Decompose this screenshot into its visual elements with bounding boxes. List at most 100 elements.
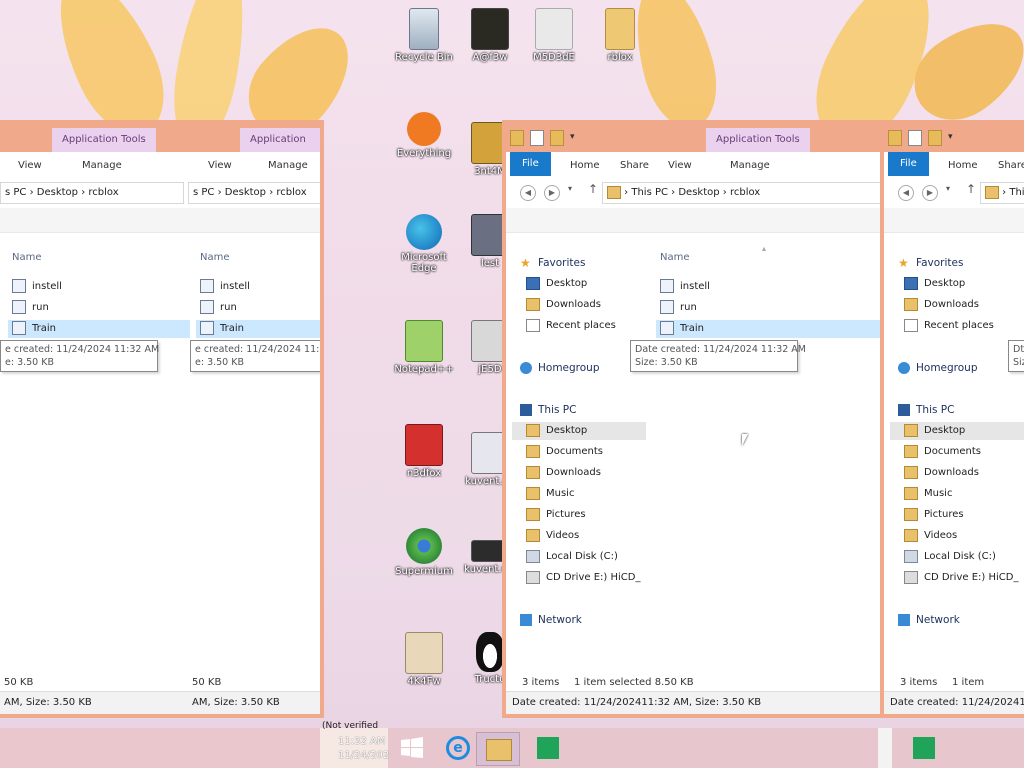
nav-homegroup[interactable]: Homegroup (520, 359, 600, 377)
nav-item-music[interactable]: Music (526, 485, 574, 503)
file-row[interactable]: run (8, 299, 49, 317)
explorer-window-right[interactable]: ▾ File Home Share ◀ ▶ ▾ ↑ › This ★Favori… (880, 120, 1024, 718)
clock-date[interactable]: 11/24/202 (338, 750, 389, 762)
nav-item-desktop[interactable]: Desktop (512, 422, 646, 440)
chevron-down-icon[interactable]: ▾ (948, 130, 956, 144)
nav-item-desktop[interactable]: Desktop (904, 275, 965, 293)
file-row[interactable]: instell (656, 278, 710, 296)
taskbar-store-button[interactable] (904, 732, 944, 764)
tab-home[interactable]: Home (948, 156, 978, 176)
desktop-icon-rblox-folder[interactable]: rblox (588, 8, 652, 63)
breadcrumb[interactable]: › This PC › Desktop › rcblox (602, 182, 882, 204)
nav-item-music[interactable]: Music (904, 485, 952, 503)
nav-item-downloads[interactable]: Downloads (526, 464, 601, 482)
back-icon[interactable]: ◀ (520, 185, 536, 201)
nav-item-desktop[interactable]: Desktop (890, 422, 1024, 440)
tab-manage[interactable]: Manage (268, 156, 308, 176)
nav-item-pictures[interactable]: Pictures (904, 506, 964, 524)
nav-item-local-disk[interactable]: Local Disk (C:) (904, 548, 996, 566)
window-titlebar[interactable]: ▾ (884, 124, 1024, 152)
tab-view[interactable]: View (668, 156, 692, 176)
properties-icon[interactable] (530, 130, 544, 146)
recent-locations-icon[interactable]: ▾ (946, 184, 950, 193)
taskbar-store-button[interactable] (528, 732, 568, 764)
file-row[interactable]: run (656, 299, 697, 317)
desktop-icon-recycle-bin[interactable]: Recycle Bin (392, 8, 456, 63)
application-tools-tab[interactable]: Application Tools (706, 128, 810, 152)
nav-item-videos[interactable]: Videos (904, 527, 957, 545)
nav-item-downloads[interactable]: Downloads (904, 464, 979, 482)
breadcrumb[interactable]: s PC › Desktop › rcblox (188, 182, 320, 204)
nav-item-downloads[interactable]: Downloads (904, 296, 979, 314)
up-arrow-icon[interactable]: ↑ (966, 182, 976, 196)
breadcrumb[interactable]: › This (980, 182, 1024, 204)
breadcrumb[interactable]: s PC › Desktop › rcblox (0, 182, 184, 204)
file-row-selected[interactable]: Train (196, 320, 320, 338)
start-button[interactable] (392, 732, 432, 764)
tab-file[interactable]: File (510, 152, 551, 176)
explorer-window-left[interactable]: Application Tools Application Tools View… (0, 120, 324, 718)
folder-icon[interactable] (888, 130, 902, 146)
desktop-icon-everything[interactable]: Everything (392, 112, 456, 159)
nav-item-cd-drive[interactable]: CD Drive E:) HiCD_ (526, 569, 640, 587)
nav-this-pc[interactable]: This PC (898, 401, 954, 419)
nav-network[interactable]: Network (520, 611, 582, 629)
tab-share[interactable]: Share (998, 156, 1024, 176)
desktop-icon-4k4fw[interactable]: 4K4Fw (392, 632, 456, 687)
file-row-selected[interactable]: Train (8, 320, 190, 338)
file-row-selected[interactable]: Train (656, 320, 882, 338)
chevron-down-icon[interactable]: ▾ (570, 130, 578, 144)
forward-icon[interactable]: ▶ (922, 185, 938, 201)
nav-homegroup[interactable]: Homegroup (898, 359, 978, 377)
nav-item-pictures[interactable]: Pictures (526, 506, 586, 524)
application-tools-tab[interactable]: Application Tools (240, 128, 320, 169)
up-arrow-icon[interactable]: ↑ (588, 182, 598, 196)
nav-item-videos[interactable]: Videos (526, 527, 579, 545)
nav-item-cd-drive[interactable]: CD Drive E:) HiCD_ (904, 569, 1018, 587)
tab-view[interactable]: View (208, 156, 232, 176)
back-icon[interactable]: ◀ (898, 185, 914, 201)
desktop-icon-supermium[interactable]: Supermium (392, 528, 456, 577)
new-folder-icon[interactable] (550, 130, 564, 146)
nav-favorites[interactable]: ★ Favorites (520, 254, 585, 272)
nav-favorites[interactable]: ★ Favorites (898, 254, 963, 272)
exe-file-icon (660, 321, 674, 335)
file-row[interactable]: run (196, 299, 237, 317)
tab-home[interactable]: Home (570, 156, 600, 176)
tab-file[interactable]: File (888, 152, 929, 176)
desktop-icon-n3dfox[interactable]: n3dfox (392, 424, 456, 479)
recent-locations-icon[interactable]: ▾ (568, 184, 572, 193)
column-header-name[interactable]: Name (200, 252, 230, 263)
tab-view[interactable]: View (18, 156, 42, 176)
file-row[interactable]: instell (196, 278, 250, 296)
taskbar-explorer-button[interactable] (476, 732, 520, 766)
nav-item-desktop[interactable]: Desktop (526, 275, 587, 293)
column-header-name[interactable]: Name (12, 252, 42, 263)
nav-item-local-disk[interactable]: Local Disk (C:) (526, 548, 618, 566)
taskbar-ie-button[interactable]: e (438, 732, 478, 764)
properties-icon[interactable] (908, 130, 922, 146)
desktop-icon-m5d3de[interactable]: M5D3dE (522, 8, 586, 63)
nav-item-recent-places[interactable]: Recent places (526, 317, 616, 335)
nav-this-pc[interactable]: This PC (520, 401, 576, 419)
desktop-icon-a-f3w[interactable]: A@f3w (458, 8, 522, 63)
application-tools-tab[interactable]: Application Tools (52, 128, 156, 152)
tab-share[interactable]: Share (620, 156, 649, 176)
new-folder-icon[interactable] (928, 130, 942, 146)
nav-item-documents[interactable]: Documents (526, 443, 603, 461)
window-titlebar[interactable]: ▾ (506, 124, 882, 152)
forward-icon[interactable]: ▶ (544, 185, 560, 201)
column-header-name[interactable]: Name (660, 252, 690, 263)
nav-network[interactable]: Network (898, 611, 960, 629)
desktop-icon-notepadpp[interactable]: Notepad++ (392, 320, 456, 375)
nav-item-downloads[interactable]: Downloads (526, 296, 601, 314)
tab-manage[interactable]: Manage (730, 156, 770, 176)
nav-item-documents[interactable]: Documents (904, 443, 981, 461)
desktop-icon-microsoft-edge[interactable]: Microsoft Edge (392, 214, 456, 274)
nav-item-recent-places[interactable]: Recent places (904, 317, 994, 335)
tab-manage[interactable]: Manage (82, 156, 122, 176)
file-row[interactable]: instell (8, 278, 62, 296)
clock-time[interactable]: 11:32 AM (338, 736, 385, 748)
explorer-window-main[interactable]: ▾ Application Tools File Home Share View… (502, 120, 886, 718)
folder-icon[interactable] (510, 130, 524, 146)
